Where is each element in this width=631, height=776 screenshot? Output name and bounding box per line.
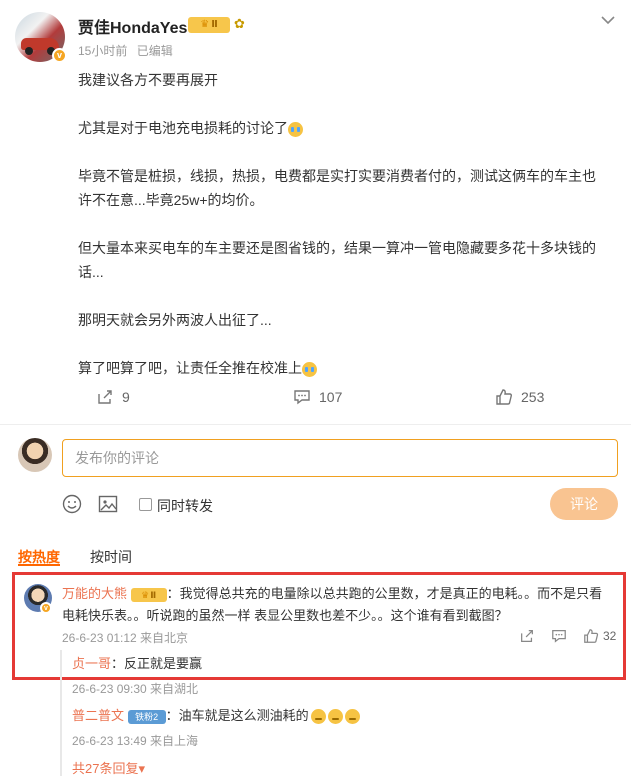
thumbs-up-icon xyxy=(496,389,512,405)
crying-emoji-icon xyxy=(288,121,303,137)
fan-flower-icon: ✿ xyxy=(234,16,245,31)
fan-level-badge: 铁粉2 xyxy=(127,709,166,724)
post-meta: 15小时前 已编辑 xyxy=(78,42,173,59)
reply-item: 普二普文 铁粉2 ：油车就是这么测油耗的 xyxy=(72,705,360,727)
emoji-icon[interactable] xyxy=(62,494,82,519)
post-paragraph: 算了吧算了吧，让责任全推在校准上 xyxy=(78,356,608,380)
comment-button[interactable]: 107 xyxy=(293,388,342,406)
chevron-down-icon[interactable] xyxy=(601,12,615,28)
post-paragraph: 但大量本来买电车的车主要还是图省钱的，结果一算冲一管电隐藏要多花十多块钱的话..… xyxy=(78,240,596,280)
post-time[interactable]: 15小时前 xyxy=(78,44,127,58)
submit-comment-button[interactable]: 评论 xyxy=(550,488,618,520)
author-name[interactable]: 贾佳HondaYes xyxy=(78,14,187,38)
comment-item: 万能的大熊 Ⅱ：我觉得总共充的电量除以总共跑的公里数，才是真正的电耗。。而不是只… xyxy=(62,583,618,627)
reply-text: ：油车就是这么测油耗的 xyxy=(165,708,309,723)
like-count: 253 xyxy=(521,389,545,405)
image-icon[interactable] xyxy=(98,494,118,519)
post-paragraph: 那明天就会另外两波人出征了... xyxy=(78,312,272,328)
comment-input[interactable]: 发布你的评论 xyxy=(62,439,618,477)
comment-author[interactable]: 万能的大熊 xyxy=(62,586,127,601)
tab-sort-time[interactable]: 按时间 xyxy=(90,547,132,567)
repost-button[interactable]: 9 xyxy=(96,388,130,406)
repost-icon xyxy=(98,390,112,404)
repost-count: 9 xyxy=(122,389,130,405)
vip-crown-badge: Ⅱ xyxy=(188,17,230,33)
edited-label: 已编辑 xyxy=(136,44,173,58)
comment-time: 26-6-23 01:12 来自北京 xyxy=(62,631,189,645)
comment-repost-icon[interactable] xyxy=(519,628,535,649)
like-button[interactable]: 253 xyxy=(495,388,544,406)
repost-checkbox[interactable] xyxy=(139,498,152,511)
caret-down-icon: ▾ xyxy=(138,761,145,776)
verified-badge-icon: v xyxy=(52,48,67,63)
thumbs-up-icon xyxy=(584,629,599,643)
post-paragraph: 我建议各方不要再展开 xyxy=(78,72,218,88)
grin-emoji-icon xyxy=(327,709,343,725)
reply-thread-line xyxy=(60,650,62,776)
divider xyxy=(0,424,631,425)
grin-emoji-icon xyxy=(310,709,326,725)
crying-emoji-icon xyxy=(302,361,317,377)
reply-author[interactable]: 普二普文 xyxy=(72,708,124,723)
post-paragraph: 毕竟不管是桩损，线损，热损，电费都是实打实要消费者付的，测试这俩车的车主也许不在… xyxy=(78,168,596,208)
reply-time: 26-6-23 13:49 来自上海 xyxy=(72,734,199,748)
comment-count: 107 xyxy=(319,389,343,405)
grin-emoji-icon xyxy=(344,709,360,725)
my-avatar xyxy=(18,438,52,472)
comment-text: ：我觉得总共充的电量除以总共跑的公里数，才是真正的电耗。。而不是只看 xyxy=(166,586,603,601)
reply-time: 26-6-23 09:30 来自湖北 xyxy=(72,682,199,696)
comment-text-cont: 电耗快乐表。。听说跑的虽然一样 表显公里数也差不少。。这个谁有看到截图？ xyxy=(62,608,508,623)
post-paragraph: 尤其是对于电池充电损耗的讨论了 xyxy=(78,116,608,140)
active-tab-indicator xyxy=(18,564,60,566)
comment-like-count: 32 xyxy=(603,629,617,643)
comment-like-button[interactable]: 32 xyxy=(583,628,616,644)
reply-author[interactable]: 贞一哥 xyxy=(72,656,111,671)
repost-checkbox-label[interactable]: 同时转发 xyxy=(157,496,213,516)
verified-badge-icon: v xyxy=(40,602,52,614)
comment-icon xyxy=(294,390,310,405)
reply-text: ：反正就是要赢 xyxy=(111,656,203,671)
reply-item: 贞一哥：反正就是要赢 xyxy=(72,653,202,675)
vip-crown-badge: Ⅱ xyxy=(130,587,167,602)
comment-reply-icon[interactable] xyxy=(551,628,567,649)
more-replies-link[interactable]: 共27条回复▾ xyxy=(72,758,145,776)
